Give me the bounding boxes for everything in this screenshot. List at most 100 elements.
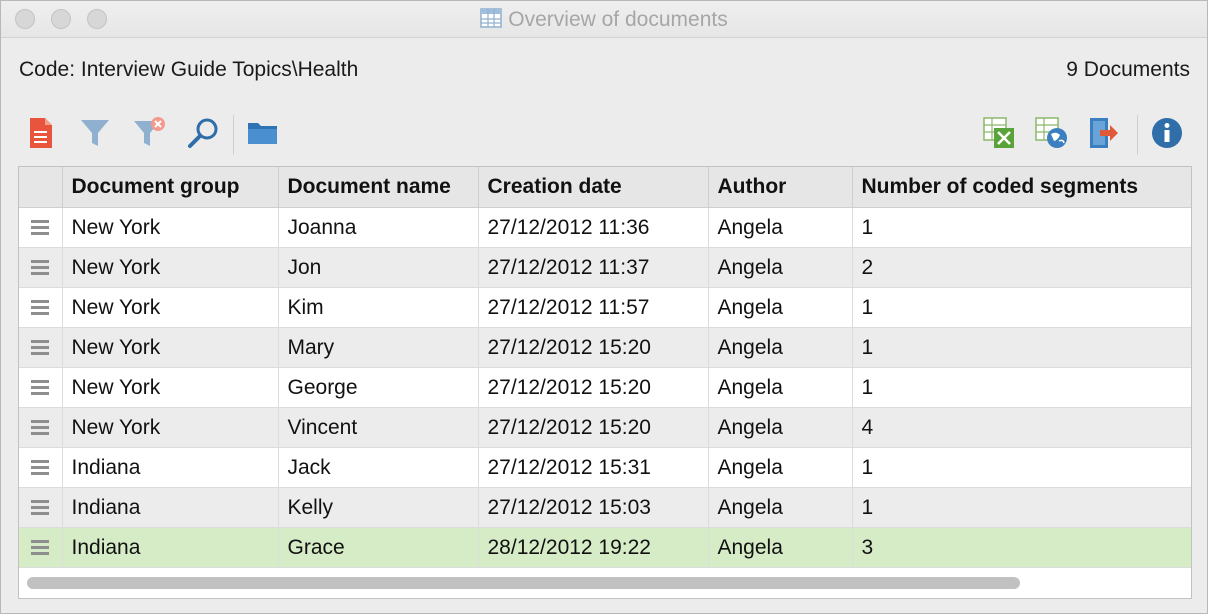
cell-document-group[interactable]: New York	[62, 287, 279, 328]
cell-coded-segments[interactable]: 1	[852, 447, 1191, 488]
column-header-author[interactable]: Author	[708, 167, 853, 208]
cell-document-group[interactable]: Indiana	[62, 527, 279, 568]
search-icon	[188, 118, 218, 148]
cell-document-name[interactable]: Mary	[278, 327, 479, 368]
export-button[interactable]	[1085, 113, 1121, 153]
table-row[interactable]: New York Kim 27/12/2012 11:57 Angela 1	[19, 287, 1191, 328]
row-handle[interactable]	[19, 327, 63, 368]
row-handle[interactable]	[19, 287, 63, 328]
row-handle[interactable]	[19, 527, 63, 568]
row-handle[interactable]	[19, 447, 63, 488]
cell-author[interactable]: Angela	[708, 447, 853, 488]
export-icon	[1090, 118, 1118, 148]
row-handle[interactable]	[19, 407, 63, 448]
export-web-button[interactable]	[1033, 113, 1069, 153]
toolbar-separator	[233, 115, 234, 155]
overview-window: Overview of documents Code: Interview Gu…	[0, 0, 1208, 614]
excel-export-icon	[983, 117, 1014, 148]
drag-handle-icon	[31, 257, 50, 278]
table-row[interactable]: New York Jon 27/12/2012 11:37 Angela 2	[19, 247, 1191, 288]
export-excel-button[interactable]	[981, 113, 1017, 153]
row-handle[interactable]	[19, 367, 63, 408]
column-header-creation-date[interactable]: Creation date	[478, 167, 709, 208]
cell-creation-date[interactable]: 27/12/2012 15:31	[478, 447, 709, 488]
column-header-handle[interactable]	[19, 167, 63, 208]
cell-document-group[interactable]: Indiana	[62, 447, 279, 488]
window-title: Overview of documents	[508, 8, 728, 31]
cell-coded-segments[interactable]: 1	[852, 487, 1191, 528]
cell-coded-segments[interactable]: 3	[852, 527, 1191, 568]
cell-document-name[interactable]: Kelly	[278, 487, 479, 528]
cell-creation-date[interactable]: 27/12/2012 11:57	[478, 287, 709, 328]
web-export-icon	[1035, 117, 1067, 148]
horizontal-scrollbar-thumb[interactable]	[27, 577, 1020, 589]
row-handle[interactable]	[19, 487, 63, 528]
cell-document-name[interactable]: Vincent	[278, 407, 479, 448]
open-folder-button[interactable]	[245, 113, 281, 153]
cell-coded-segments[interactable]: 1	[852, 367, 1191, 408]
row-handle[interactable]	[19, 247, 63, 288]
column-header-document-group[interactable]: Document group	[62, 167, 279, 208]
cell-coded-segments[interactable]: 1	[852, 207, 1191, 248]
search-button[interactable]	[185, 113, 221, 153]
table-row[interactable]: Indiana Jack 27/12/2012 15:31 Angela 1	[19, 447, 1191, 488]
drag-handle-icon	[31, 297, 50, 318]
table-row[interactable]: New York Vincent 27/12/2012 15:20 Angela 4	[19, 407, 1191, 448]
drag-handle-icon	[31, 497, 50, 518]
row-handle[interactable]	[19, 207, 63, 248]
horizontal-scrollbar[interactable]	[27, 577, 1185, 589]
drag-handle-icon	[31, 417, 50, 438]
cell-creation-date[interactable]: 27/12/2012 11:37	[478, 247, 709, 288]
cell-author[interactable]: Angela	[708, 407, 853, 448]
table-row[interactable]: New York George 27/12/2012 15:20 Angela 1	[19, 367, 1191, 408]
document-button[interactable]	[23, 113, 59, 153]
cell-creation-date[interactable]: 27/12/2012 15:20	[478, 327, 709, 368]
cell-author[interactable]: Angela	[708, 487, 853, 528]
cell-document-name[interactable]: Kim	[278, 287, 479, 328]
cell-coded-segments[interactable]: 4	[852, 407, 1191, 448]
cell-creation-date[interactable]: 28/12/2012 19:22	[478, 527, 709, 568]
cell-document-name[interactable]: George	[278, 367, 479, 408]
cell-document-group[interactable]: Indiana	[62, 487, 279, 528]
cell-document-group[interactable]: New York	[62, 207, 279, 248]
cell-document-group[interactable]: New York	[62, 247, 279, 288]
cell-author[interactable]: Angela	[708, 327, 853, 368]
cell-coded-segments[interactable]: 2	[852, 247, 1191, 288]
folder-icon	[248, 123, 277, 144]
cell-document-name[interactable]: Grace	[278, 527, 479, 568]
column-header-document-name[interactable]: Document name	[278, 167, 479, 208]
info-button[interactable]	[1149, 113, 1185, 153]
drag-handle-icon	[31, 217, 50, 238]
document-icon	[30, 118, 52, 148]
table-row[interactable]: Indiana Grace 28/12/2012 19:22 Angela 3	[19, 527, 1191, 568]
cell-coded-segments[interactable]: 1	[852, 287, 1191, 328]
drag-handle-icon	[31, 457, 50, 478]
filter-button[interactable]	[77, 113, 113, 153]
clear-filter-button[interactable]	[131, 113, 167, 153]
cell-author[interactable]: Angela	[708, 207, 853, 248]
cell-document-group[interactable]: New York	[62, 367, 279, 408]
cell-creation-date[interactable]: 27/12/2012 15:03	[478, 487, 709, 528]
cell-creation-date[interactable]: 27/12/2012 15:20	[478, 367, 709, 408]
cell-coded-segments[interactable]: 1	[852, 327, 1191, 368]
toolbar-separator-right	[1137, 115, 1138, 155]
cell-author[interactable]: Angela	[708, 247, 853, 288]
column-header-coded-segments[interactable]: Number of coded segments	[852, 167, 1191, 208]
cell-author[interactable]: Angela	[708, 287, 853, 328]
table-row[interactable]: Indiana Kelly 27/12/2012 15:03 Angela 1	[19, 487, 1191, 528]
window-title-area: Overview of documents	[1, 7, 1207, 35]
cell-document-name[interactable]: Jon	[278, 247, 479, 288]
info-icon	[1152, 118, 1182, 148]
table-row[interactable]: New York Joanna 27/12/2012 11:36 Angela 1	[19, 207, 1191, 248]
table-row[interactable]: New York Mary 27/12/2012 15:20 Angela 1	[19, 327, 1191, 368]
cell-creation-date[interactable]: 27/12/2012 15:20	[478, 407, 709, 448]
cell-document-group[interactable]: New York	[62, 327, 279, 368]
cell-author[interactable]: Angela	[708, 527, 853, 568]
title-bar: Overview of documents	[1, 1, 1207, 38]
cell-creation-date[interactable]: 27/12/2012 11:36	[478, 207, 709, 248]
cell-document-name[interactable]: Jack	[278, 447, 479, 488]
cell-document-group[interactable]: New York	[62, 407, 279, 448]
drag-handle-icon	[31, 537, 50, 558]
cell-author[interactable]: Angela	[708, 367, 853, 408]
cell-document-name[interactable]: Joanna	[278, 207, 479, 248]
